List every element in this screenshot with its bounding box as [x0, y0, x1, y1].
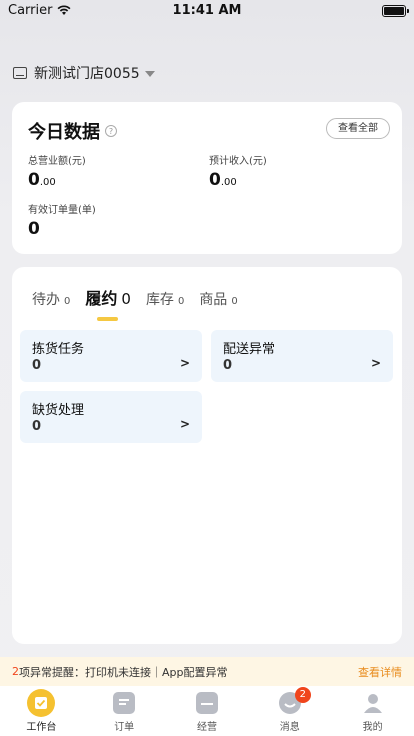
tab-label: 履约: [85, 289, 118, 308]
alert-count: 2: [12, 665, 19, 678]
tab-products[interactable]: 商品 0: [199, 289, 237, 309]
task-tabs: 待办 0 履约 0 库存 0 商品 0: [32, 285, 253, 321]
store-name: 新测试门店0055: [34, 66, 140, 82]
tab-fulfillment[interactable]: 履约 0: [85, 285, 131, 321]
bottom-tab-bar: 工作台 订单 经营 2 消息 我的: [0, 686, 414, 736]
task-count: 0: [223, 358, 233, 373]
today-title-row: 今日数据 ?: [28, 118, 117, 144]
orders-icon: [113, 692, 136, 714]
tab-label: 库存: [145, 292, 174, 308]
tabbar-item-orders[interactable]: 订单: [83, 686, 166, 736]
tabbar-item-business[interactable]: 经营: [166, 686, 249, 736]
today-data-card: 今日数据 ? 查看全部 总营业额(元) 0.00 预计收入(元) 0.00 有效…: [12, 102, 402, 254]
today-title: 今日数据: [28, 122, 100, 143]
help-icon[interactable]: ?: [105, 125, 117, 137]
tabbar-label: 我的: [362, 722, 383, 733]
chevron-right-icon: >: [370, 356, 381, 370]
business-icon: [195, 692, 218, 714]
tab-count: 0: [64, 296, 71, 307]
task-count: 0: [32, 358, 42, 373]
tabbar-label: 经营: [196, 722, 217, 733]
store-selector[interactable]: 新测试门店0055: [13, 63, 155, 83]
tabbar-item-messages[interactable]: 2 消息: [248, 686, 331, 736]
status-bar: Carrier 11:41 AM: [0, 0, 414, 22]
tab-inventory[interactable]: 库存 0: [146, 289, 184, 309]
chevron-right-icon: >: [179, 356, 190, 370]
tasks-card: 待办 0 履约 0 库存 0 商品 0 拣货任务 0 > 配送异常 0 > 缺货…: [12, 267, 402, 644]
task-title: 配送异常: [223, 342, 276, 357]
tab-todo[interactable]: 待办 0: [32, 289, 70, 309]
chevron-right-icon: >: [179, 417, 190, 431]
metric-expected-income: 预计收入(元) 0.00: [209, 152, 267, 190]
tabbar-label: 消息: [279, 722, 300, 733]
tab-count: 0: [177, 296, 185, 307]
metric-label: 有效订单量(单): [28, 205, 96, 216]
alert-message: 项异常提醒：打印机未连接｜App配置异常: [19, 665, 228, 679]
metric-total-revenue: 总营业额(元) 0.00: [28, 152, 86, 190]
task-title: 拣货任务: [32, 342, 85, 357]
metric-valid-orders: 有效订单量(单) 0: [28, 201, 96, 239]
tab-count: 0: [231, 296, 238, 307]
task-title: 缺货处理: [32, 403, 85, 418]
metric-label: 预计收入(元): [209, 156, 267, 167]
battery-icon: [382, 5, 409, 17]
metric-value: 0.00: [28, 170, 56, 190]
metric-label: 总营业额(元): [28, 156, 86, 167]
task-stockout[interactable]: 缺货处理 0 >: [20, 391, 202, 443]
alert-bar[interactable]: 2 项异常提醒：打印机未连接｜App配置异常 查看详情: [0, 657, 414, 686]
clock: 11:41 AM: [172, 3, 242, 18]
tab-label: 待办: [32, 292, 60, 308]
message-badge: 2: [294, 687, 311, 703]
view-details-link[interactable]: 查看详情: [358, 664, 402, 680]
tab-count: 0: [121, 290, 131, 308]
workbench-icon: [27, 689, 56, 717]
tabbar-label: 工作台: [26, 722, 57, 733]
task-delivery-exception[interactable]: 配送异常 0 >: [211, 330, 393, 382]
caret-down-icon: [144, 71, 155, 77]
metric-value: 0: [28, 219, 40, 239]
task-count: 0: [32, 419, 42, 434]
tabbar-item-workbench[interactable]: 工作台: [0, 686, 83, 736]
metric-value: 0.00: [209, 170, 237, 190]
task-picking[interactable]: 拣货任务 0 >: [20, 330, 202, 382]
tabbar-item-profile[interactable]: 我的: [331, 686, 414, 736]
tab-label: 商品: [199, 292, 228, 308]
profile-icon: [362, 692, 384, 714]
view-all-button[interactable]: 查看全部: [326, 118, 390, 139]
tabbar-label: 订单: [114, 722, 135, 733]
store-icon: [13, 67, 27, 79]
